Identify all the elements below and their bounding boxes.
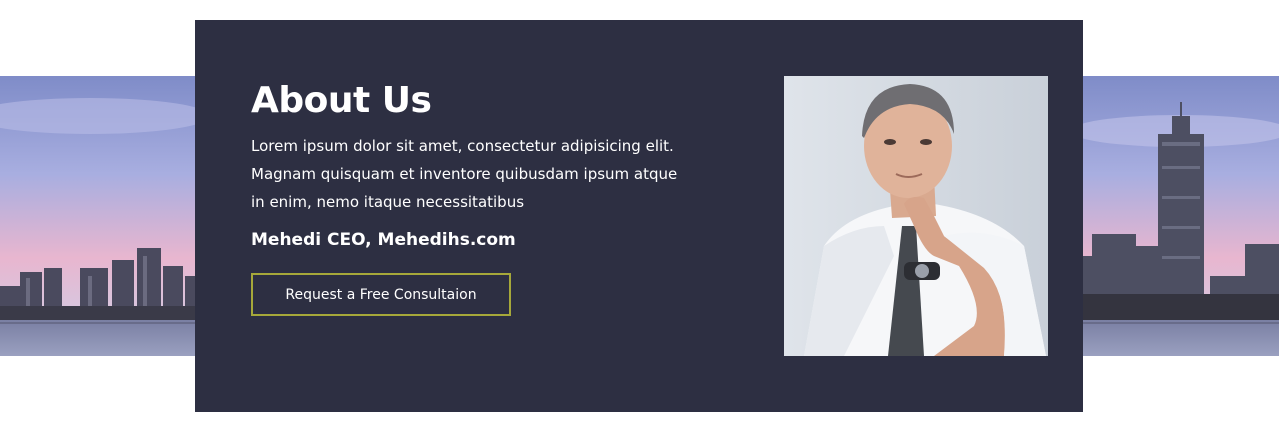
about-description: Lorem ipsum dolor sit amet, consectetur … — [251, 137, 678, 211]
about-card: About Us Lorem ipsum dolor sit amet, con… — [195, 20, 1083, 412]
request-consultation-button[interactable]: Request a Free Consultaion — [251, 273, 511, 316]
author-signature: Mehedi CEO, Mehedihs.com — [251, 230, 516, 250]
about-section: About Us Lorem ipsum dolor sit amet, con… — [0, 0, 1279, 422]
ceo-portrait-image — [784, 76, 1048, 356]
about-heading: About Us — [251, 80, 432, 121]
